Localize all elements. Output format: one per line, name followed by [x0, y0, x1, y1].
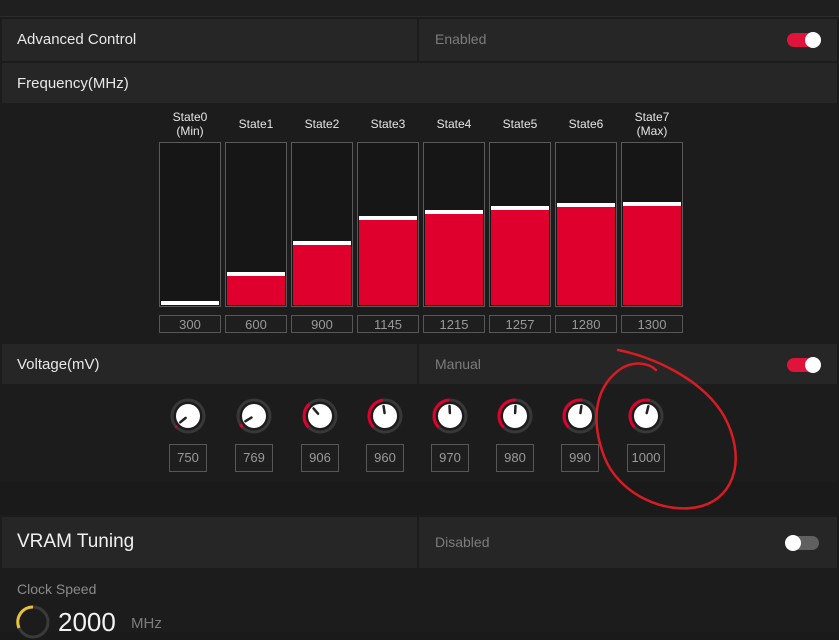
toggle-knob	[805, 357, 821, 373]
slider-fill	[293, 245, 351, 305]
knob-level-arc	[240, 424, 242, 427]
voltage-mode: Manual	[435, 356, 481, 372]
state-name: State0	[159, 110, 221, 124]
voltage-knob[interactable]	[236, 398, 272, 434]
frequency-state-slider[interactable]	[489, 142, 551, 307]
clock-speed-label: Clock Speed	[17, 581, 96, 597]
slider-fill	[491, 210, 549, 305]
top-strip	[0, 0, 839, 17]
clock-speed-unit: MHz	[131, 615, 162, 632]
advanced-control-status: Enabled	[435, 31, 486, 47]
state-name: State4	[423, 117, 485, 131]
frequency-value-input[interactable]: 1215	[423, 315, 485, 333]
state-label: State5	[489, 117, 551, 131]
voltage-value-input[interactable]: 769	[235, 444, 273, 472]
state-qualifier: (Min)	[159, 124, 221, 138]
slider-handle[interactable]	[425, 210, 483, 214]
frequency-label: Frequency(MHz)	[17, 75, 129, 92]
frequency-value-input[interactable]: 1257	[489, 315, 551, 333]
frequency-value-input[interactable]: 600	[225, 315, 287, 333]
voltage-knob[interactable]	[497, 398, 533, 434]
knob-face	[176, 404, 200, 428]
voltage-knob[interactable]	[367, 398, 403, 434]
slider-handle[interactable]	[557, 203, 615, 207]
frequency-value-input[interactable]: 1280	[555, 315, 617, 333]
voltage-value-input[interactable]: 980	[496, 444, 534, 472]
knob-face	[242, 404, 266, 428]
frequency-state-slider[interactable]	[555, 142, 617, 307]
frequency-state-slider[interactable]	[423, 142, 485, 307]
slider-handle[interactable]	[293, 241, 351, 245]
state-label: State0(Min)	[159, 110, 221, 138]
voltage-manual-toggle[interactable]	[787, 358, 819, 372]
vram-title: VRAM Tuning	[17, 531, 134, 553]
voltage-value-input[interactable]: 750	[169, 444, 207, 472]
voltage-value-input[interactable]: 960	[366, 444, 404, 472]
slider-fill	[557, 207, 615, 305]
advanced-control-toggle[interactable]	[787, 33, 819, 47]
frequency-value-input[interactable]: 1300	[621, 315, 683, 333]
knob-pointer	[384, 406, 385, 413]
voltage-knob[interactable]	[432, 398, 468, 434]
state-label: State1	[225, 117, 287, 131]
vram-toggle[interactable]	[787, 536, 819, 550]
slider-handle[interactable]	[491, 206, 549, 210]
toggle-knob	[805, 32, 821, 48]
state-label: State3	[357, 117, 419, 131]
slider-handle[interactable]	[623, 202, 681, 206]
state-name: State7	[621, 110, 683, 124]
voltage-knob[interactable]	[302, 398, 338, 434]
knob-pointer	[580, 406, 581, 413]
clock-speed-gauge-icon	[15, 604, 51, 640]
slider-fill	[425, 214, 483, 305]
state-name: State2	[291, 117, 353, 131]
state-name: State6	[555, 117, 617, 131]
frequency-state-slider[interactable]	[159, 142, 221, 307]
frequency-state-slider[interactable]	[291, 142, 353, 307]
slider-handle[interactable]	[161, 301, 219, 305]
knob-face	[308, 404, 332, 428]
slider-fill	[359, 220, 417, 305]
state-label: State7(Max)	[621, 110, 683, 138]
state-name: State5	[489, 117, 551, 131]
knob-level-arc	[176, 426, 177, 427]
frequency-value-input[interactable]: 900	[291, 315, 353, 333]
voltage-value-input[interactable]: 906	[301, 444, 339, 472]
advanced-control-label: Advanced Control	[17, 31, 136, 48]
voltage-knob[interactable]	[170, 398, 206, 434]
annotation-circle	[590, 344, 750, 516]
state-name: State1	[225, 117, 287, 131]
state-qualifier: (Max)	[621, 124, 683, 138]
slider-fill	[227, 276, 285, 305]
frequency-state-slider[interactable]	[621, 142, 683, 307]
frequency-state-slider[interactable]	[225, 142, 287, 307]
frequency-value-input[interactable]: 1145	[357, 315, 419, 333]
state-label: State2	[291, 117, 353, 131]
slider-fill	[623, 206, 681, 305]
voltage-value-input[interactable]: 970	[431, 444, 469, 472]
slider-handle[interactable]	[359, 216, 417, 220]
state-label: State6	[555, 117, 617, 131]
state-label: State4	[423, 117, 485, 131]
slider-handle[interactable]	[227, 272, 285, 276]
voltage-label: Voltage(mV)	[17, 356, 100, 373]
frequency-value-input[interactable]: 300	[159, 315, 221, 333]
vram-status: Disabled	[435, 534, 489, 550]
state-name: State3	[357, 117, 419, 131]
frequency-state-slider[interactable]	[357, 142, 419, 307]
toggle-knob	[785, 535, 801, 551]
clock-speed-value: 2000	[58, 607, 116, 638]
